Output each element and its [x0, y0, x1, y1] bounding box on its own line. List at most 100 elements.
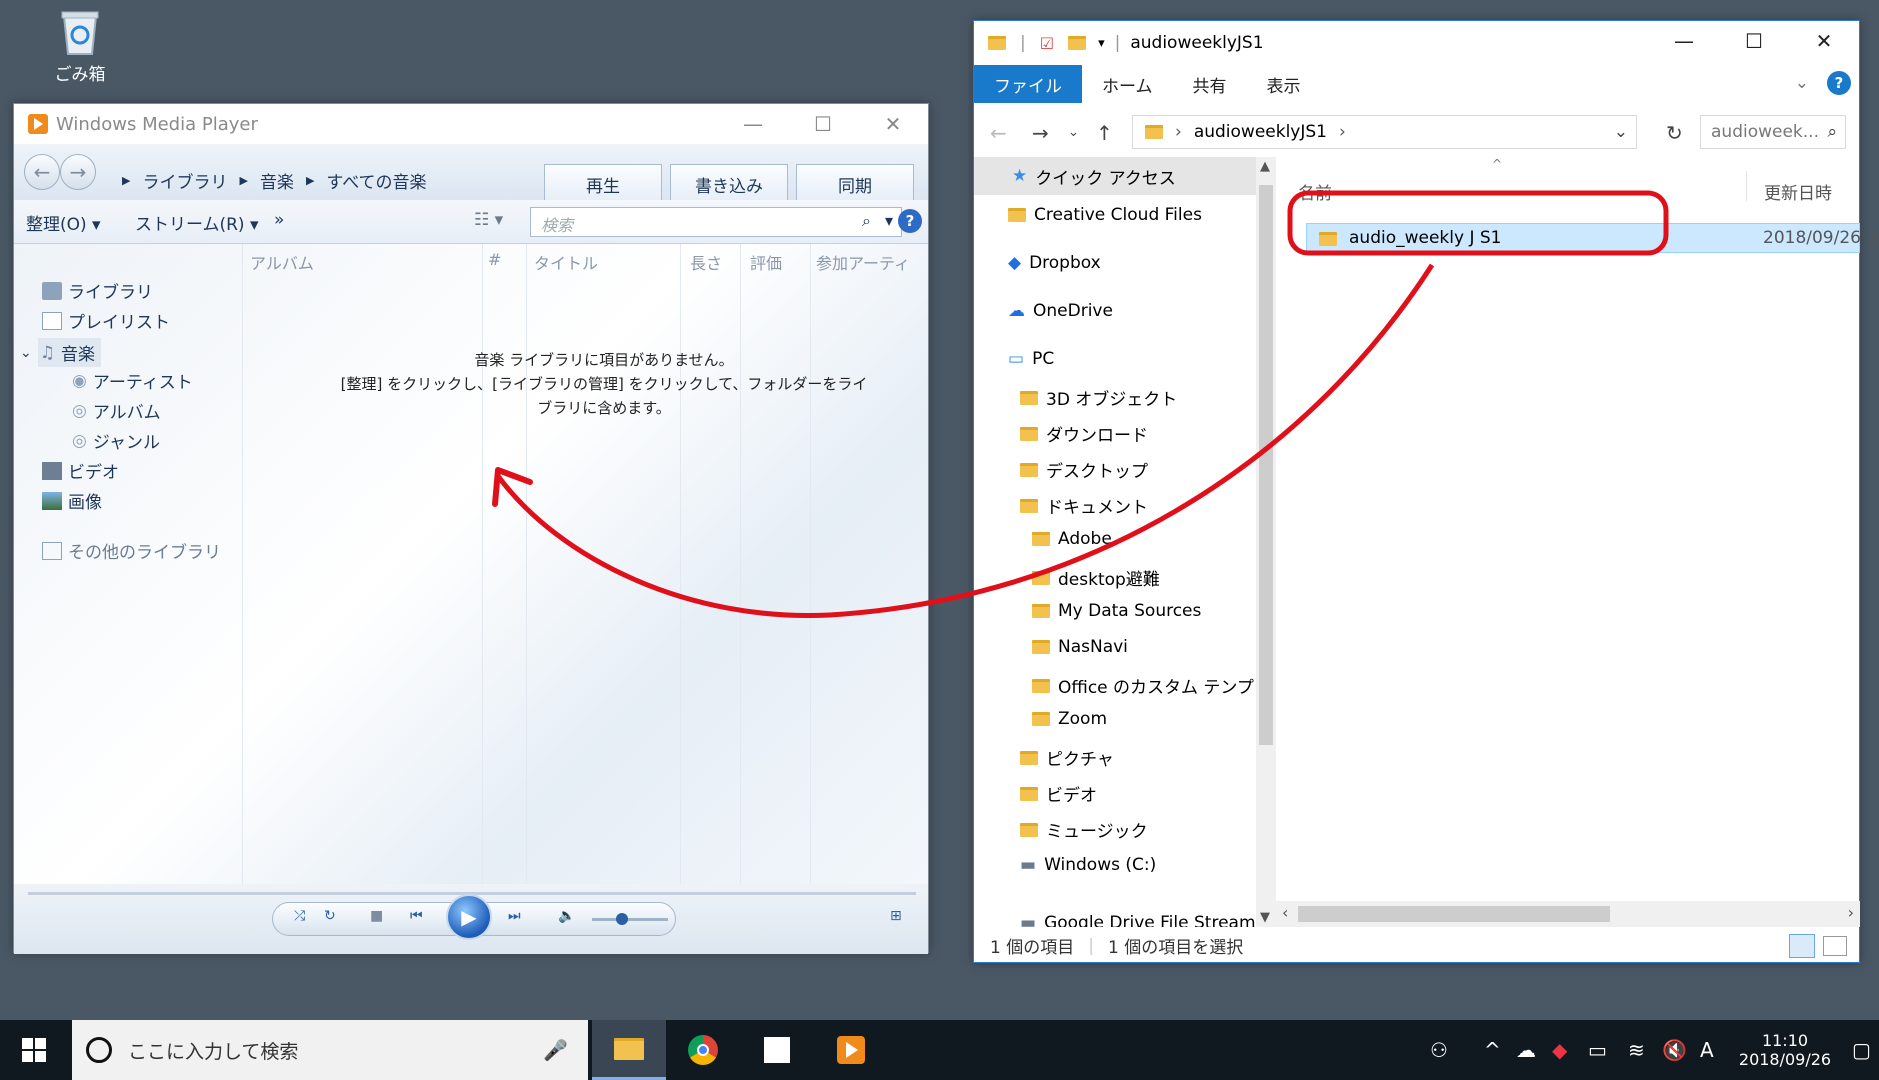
nav-documents[interactable]: ドキュメント [1020, 493, 1148, 518]
tree-artist[interactable]: ◉ アーティスト [72, 368, 193, 394]
nav-creative-cloud[interactable]: Creative Cloud Files [1008, 205, 1202, 225]
close-button[interactable]: ✕ [858, 104, 928, 144]
nav-quick-access[interactable]: ★ クイック アクセス [974, 157, 1256, 195]
ribbon-tab-file[interactable]: ファイル [974, 65, 1082, 103]
previous-icon[interactable]: ⏮ [410, 908, 423, 924]
volume-icon[interactable]: 🔈 [558, 908, 575, 924]
help-icon[interactable]: ? [1827, 71, 1851, 95]
scroll-right-icon[interactable]: › [1848, 903, 1854, 922]
nav-office-templates[interactable]: Office のカスタム テンプレー| [1032, 673, 1267, 698]
file-row[interactable]: audio_weekly J S1 2018/09/26 1 [1306, 223, 1877, 253]
back-button[interactable]: ← [24, 154, 60, 190]
tab-burn[interactable]: 書き込み [670, 164, 788, 204]
col-length[interactable]: 長さ [690, 250, 722, 274]
wifi-icon[interactable]: ≋ [1628, 1020, 1645, 1080]
nav-scrollbar[interactable]: ▲ ▼ [1256, 157, 1276, 927]
tree-video[interactable]: ビデオ [42, 458, 119, 483]
explorer-search-input[interactable]: audioweek... ⌕ [1700, 115, 1846, 149]
col-contributing-artist[interactable]: 参加アーティ [816, 250, 910, 274]
taskbar-media-player[interactable] [814, 1020, 888, 1080]
volume-slider[interactable] [592, 913, 668, 925]
nav-zoom[interactable]: Zoom [1032, 709, 1107, 729]
new-folder-icon[interactable] [1068, 36, 1087, 50]
tab-play[interactable]: 再生 [544, 164, 662, 204]
recycle-bin[interactable]: ごみ箱 [48, 8, 112, 85]
view-options-icon[interactable]: ☷ ▾ [474, 210, 503, 230]
nav-pictures[interactable]: ピクチャ [1020, 745, 1114, 770]
nav-desktop-evac[interactable]: desktop避難 [1032, 565, 1160, 590]
breadcrumb-music[interactable]: 音楽 [260, 168, 294, 193]
nav-scrollbar-thumb[interactable] [1259, 185, 1273, 745]
col-track-number[interactable]: # [488, 250, 501, 269]
stream-menu[interactable]: ストリーム(R) ▾ [135, 210, 259, 235]
onedrive-tray-icon[interactable]: ☁ [1516, 1020, 1536, 1080]
search-icon[interactable]: ⌕ [862, 211, 871, 231]
minimize-button[interactable]: — [1649, 21, 1719, 61]
nav-nasnavi[interactable]: NasNavi [1032, 637, 1128, 657]
nav-pc[interactable]: ▭ PC [1008, 349, 1054, 369]
nav-windows-c[interactable]: ▬ Windows (C:) [1020, 855, 1156, 875]
tab-sync[interactable]: 同期 [796, 164, 914, 204]
breadcrumb-all-music[interactable]: すべての音楽 [326, 168, 426, 193]
shuffle-icon[interactable]: ⤮ [294, 908, 305, 924]
forward-button[interactable]: → [60, 154, 96, 190]
details-view-icon[interactable] [1789, 933, 1815, 958]
minimize-button[interactable]: — [718, 104, 788, 144]
tree-other-libraries[interactable]: その他のライブラリ [42, 538, 221, 563]
col-name[interactable]: 名前 [1298, 179, 1332, 204]
breadcrumb-library[interactable]: ライブラリ [142, 168, 227, 193]
scroll-left-icon[interactable]: ‹ [1282, 903, 1288, 922]
repeat-icon[interactable]: ↻ [324, 908, 336, 924]
taskbar-sticky-notes[interactable] [740, 1020, 814, 1080]
tree-library[interactable]: ライブラリ [42, 278, 153, 303]
nav-desktop[interactable]: デスクトップ [1020, 457, 1148, 482]
col-title[interactable]: タイトル [534, 250, 598, 274]
properties-icon[interactable]: ☑ [1040, 34, 1054, 53]
horizontal-scrollbar-thumb[interactable] [1298, 906, 1610, 922]
qat-dropdown-icon[interactable]: ▾ [1098, 36, 1105, 51]
taskbar-search[interactable]: ここに入力して検索 🎤 [72, 1020, 588, 1080]
next-icon[interactable]: ⏭ [508, 908, 521, 924]
help-icon[interactable]: ? [898, 209, 922, 233]
tree-playlist[interactable]: プレイリスト [42, 308, 170, 333]
address-dropdown-icon[interactable]: ⌄ [1614, 122, 1628, 142]
col-rating[interactable]: 評価 [750, 250, 782, 274]
dropbox-tray-icon[interactable]: ◆ [1552, 1020, 1567, 1080]
clock[interactable]: 11:10 2018/09/26 [1730, 1020, 1840, 1080]
chevron-down-icon[interactable]: ⌄ [20, 345, 32, 361]
explorer-titlebar[interactable]: | ☑ ▾ | audioweeklyJS1 — ☐ ✕ [974, 21, 1859, 65]
address-path[interactable]: audioweeklyJS1 [1194, 122, 1327, 142]
ime-mode-indicator[interactable]: A [1700, 1020, 1714, 1080]
ribbon-tab-view[interactable]: 表示 [1247, 65, 1321, 103]
tree-album[interactable]: ◎ アルバム [72, 398, 161, 424]
nav-music[interactable]: ミュージック [1020, 817, 1148, 842]
horizontal-scrollbar[interactable]: ‹ › [1276, 901, 1860, 927]
volume-muted-icon[interactable]: 🔇 [1662, 1020, 1687, 1080]
ribbon-tab-home[interactable]: ホーム [1082, 65, 1173, 103]
windows-start-icon[interactable] [22, 1038, 46, 1062]
taskbar-chrome[interactable] [666, 1020, 740, 1080]
tree-pictures[interactable]: 画像 [42, 488, 102, 513]
search-dropdown-icon[interactable]: ▾ [885, 211, 893, 230]
nav-my-data-sources[interactable]: My Data Sources [1032, 601, 1201, 621]
tree-music[interactable]: ⌄ ♫ 音楽 [20, 338, 101, 367]
battery-icon[interactable]: ▭ [1588, 1020, 1607, 1080]
back-icon[interactable]: ← [990, 121, 1007, 145]
ribbon-tab-share[interactable]: 共有 [1173, 65, 1247, 103]
address-bar[interactable]: › audioweeklyJS1 › ⌄ [1132, 115, 1637, 149]
nav-downloads[interactable]: ダウンロード [1020, 421, 1148, 446]
col-modified[interactable]: 更新日時 [1764, 179, 1832, 204]
action-center-icon[interactable]: ▢ [1852, 1020, 1871, 1080]
nav-onedrive[interactable]: ☁ OneDrive [1008, 301, 1113, 321]
large-icons-view-icon[interactable] [1823, 935, 1847, 956]
people-icon[interactable]: ⚇ [1430, 1020, 1448, 1080]
taskbar-file-explorer[interactable] [592, 1020, 666, 1080]
nav-google-drive[interactable]: ▬ Google Drive File Stream ( [1020, 913, 1267, 927]
volume-slider-thumb[interactable] [616, 913, 628, 925]
nav-videos[interactable]: ビデオ [1020, 781, 1097, 806]
nav-3d-objects[interactable]: 3D オブジェクト [1020, 385, 1177, 410]
switch-to-now-playing-icon[interactable]: ⊞ [890, 908, 902, 924]
play-button[interactable]: ▶ [446, 894, 492, 940]
nav-dropbox[interactable]: ◆ Dropbox [1008, 253, 1101, 273]
show-hidden-icons-icon[interactable]: ^ [1484, 1020, 1501, 1080]
